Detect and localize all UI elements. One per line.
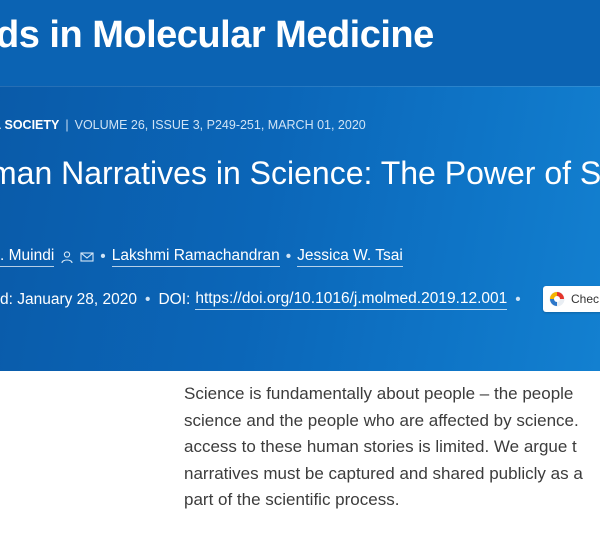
doi-label: DOI:: [158, 291, 191, 308]
volume-info[interactable]: VOLUME 26, ISSUE 3, P249-251, MARCH 01, …: [75, 118, 366, 132]
author-list: . Muindi • Lakshmi Ramachandran • Jessic…: [0, 247, 403, 267]
separator-dot: •: [515, 291, 521, 308]
divider: [0, 86, 600, 87]
abstract-line: part of the scientific process.: [184, 490, 400, 509]
journal-title[interactable]: ds in Molecular Medicine: [0, 14, 434, 57]
person-icon[interactable]: [60, 250, 74, 264]
abstract: Science is fundamentally about people – …: [184, 381, 600, 514]
separator-dot: •: [145, 291, 151, 308]
abstract-line: science and the people who are affected …: [184, 410, 579, 430]
abstract-line: Science is fundamentally about people – …: [184, 384, 574, 403]
section-label[interactable]: & SOCIETY: [0, 118, 59, 132]
check-for-updates-button[interactable]: Chec: [543, 286, 600, 312]
divider: |: [65, 118, 69, 132]
article-meta: & SOCIETY | VOLUME 26, ISSUE 3, P249-251, …: [0, 118, 366, 132]
abstract-line: access to these human stories is limited…: [184, 437, 577, 456]
separator-dot: •: [100, 248, 106, 265]
author-name[interactable]: Lakshmi Ramachandran: [111, 247, 280, 267]
check-for-updates-label: Chec: [571, 292, 600, 306]
published-date: d: January 28, 2020: [0, 291, 138, 308]
abstract-line: narratives must be captured and shared p…: [184, 463, 583, 483]
doi-link[interactable]: https://doi.org/10.1016/j.molmed.2019.12…: [195, 290, 508, 310]
author-name[interactable]: . Muindi: [0, 247, 55, 267]
envelope-icon[interactable]: [80, 250, 94, 264]
article-header: ds in Molecular Medicine & SOCIETY | VOLUM…: [0, 0, 600, 371]
publication-info: d: January 28, 2020 • DOI: https://doi.o…: [0, 290, 529, 310]
separator-dot: •: [285, 248, 292, 265]
article-title: man Narratives in Science: The Power of …: [0, 155, 600, 191]
author-name[interactable]: Jessica W. Tsai: [297, 247, 403, 267]
crossmark-icon: [549, 291, 565, 307]
